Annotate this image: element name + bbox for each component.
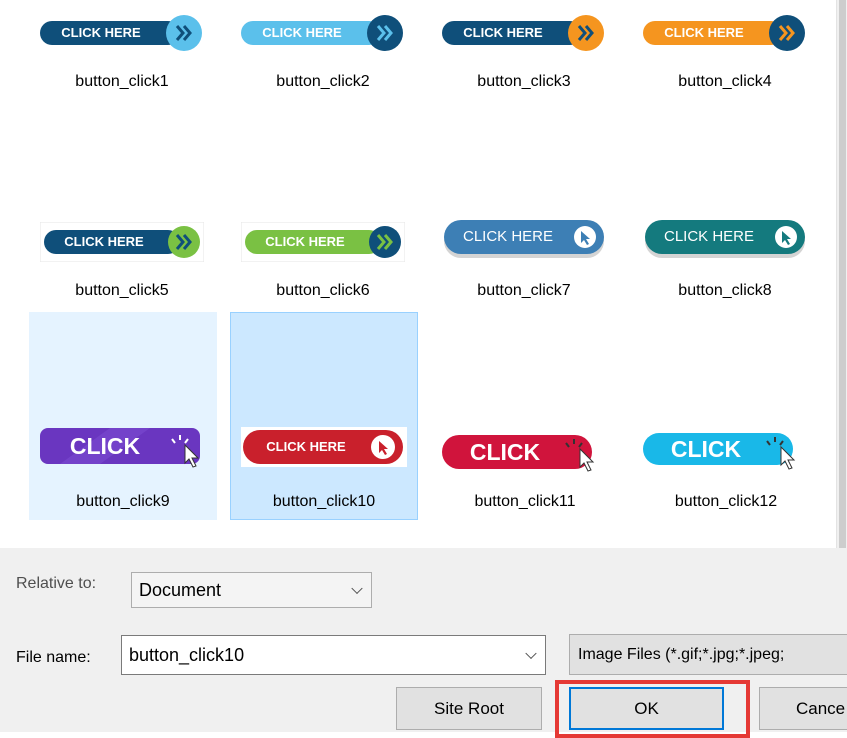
file-label: button_click7 bbox=[477, 282, 571, 299]
thumbnail: CLICK bbox=[40, 425, 206, 469]
ok-button[interactable]: OK bbox=[569, 687, 724, 730]
file-name-value: button_click10 bbox=[129, 645, 245, 665]
file-label: button_click8 bbox=[678, 282, 772, 299]
thumbnail-text: CLICK HERE bbox=[663, 228, 755, 245]
file-label: button_click3 bbox=[477, 73, 571, 90]
file-label: button_click10 bbox=[272, 493, 376, 510]
file-item[interactable]: CLICK HERE button_click5 bbox=[29, 215, 215, 311]
thumbnail-text: CLICK HERE bbox=[64, 234, 144, 249]
file-item[interactable]: CLICK HERE button_click10 bbox=[230, 312, 418, 520]
thumbnail: CLICK HERE bbox=[442, 15, 606, 51]
thumbnail: CLICK HERE bbox=[241, 427, 407, 467]
thumbnail: CLICK HERE bbox=[643, 15, 807, 51]
file-label: button_click2 bbox=[276, 73, 370, 90]
thumbnail: CLICK HERE bbox=[40, 15, 204, 51]
file-item[interactable]: CLICK HERE button_click8 bbox=[632, 215, 818, 311]
file-item[interactable]: CLICK HERE button_click1 bbox=[29, 8, 215, 104]
thumbnail-text: CLICK HERE bbox=[265, 234, 345, 249]
file-type-value: Image Files (*.gif;*.jpg;*.jpeg; bbox=[578, 645, 785, 663]
file-grid: CLICK HERE button_click1 CLICK HERE butt… bbox=[0, 0, 836, 548]
thumbnail-text: CLICK HERE bbox=[61, 25, 141, 40]
file-item[interactable]: CLICK HERE button_click4 bbox=[632, 8, 818, 104]
thumbnail-text: CLICK HERE bbox=[462, 228, 554, 245]
thumbnail-text: CLICK HERE bbox=[266, 439, 346, 454]
thumbnail: CLICK HERE bbox=[241, 15, 405, 51]
file-name-field[interactable]: button_click10 bbox=[121, 635, 546, 675]
file-label: button_click6 bbox=[276, 282, 370, 299]
thumbnail-text: CLICK bbox=[469, 439, 541, 465]
file-label: button_click5 bbox=[75, 282, 169, 299]
file-label: button_click12 bbox=[674, 493, 778, 510]
thumbnail-text: CLICK HERE bbox=[262, 25, 342, 40]
file-item[interactable]: CLICK button_click9 bbox=[29, 312, 217, 520]
scrollbar-thumb[interactable] bbox=[839, 0, 846, 548]
thumbnail: CLICK HERE bbox=[643, 218, 807, 264]
chevron-down-icon bbox=[351, 582, 363, 595]
file-item[interactable]: CLICK button_click11 bbox=[431, 312, 619, 520]
thumbnail-text: CLICK HERE bbox=[463, 25, 543, 40]
thumbnail: CLICK bbox=[442, 431, 608, 475]
thumbnail-text: CLICK bbox=[670, 436, 742, 462]
thumbnail: CLICK HERE bbox=[241, 222, 405, 262]
file-name-label: File name: bbox=[16, 649, 91, 666]
thumbnail: CLICK bbox=[643, 429, 809, 473]
file-label: button_click11 bbox=[474, 493, 576, 510]
file-item[interactable]: CLICK HERE button_click3 bbox=[431, 8, 617, 104]
file-label: button_click4 bbox=[678, 73, 772, 90]
file-item[interactable]: CLICK button_click12 bbox=[632, 312, 820, 520]
file-item[interactable]: CLICK HERE button_click2 bbox=[230, 8, 416, 104]
site-root-button[interactable]: Site Root bbox=[396, 687, 542, 730]
cancel-button[interactable]: Cance bbox=[759, 687, 847, 730]
file-item[interactable]: CLICK HERE button_click7 bbox=[431, 215, 617, 311]
file-label: button_click9 bbox=[76, 493, 170, 510]
file-label: button_click1 bbox=[75, 73, 169, 90]
relative-to-label: Relative to: bbox=[16, 575, 97, 592]
chevron-down-icon[interactable] bbox=[525, 647, 537, 660]
thumbnail-text: CLICK bbox=[69, 433, 141, 459]
relative-to-value: Document bbox=[139, 580, 222, 600]
thumbnail: CLICK HERE bbox=[442, 218, 606, 264]
vertical-scrollbar[interactable] bbox=[836, 0, 847, 548]
thumbnail-text: CLICK HERE bbox=[664, 25, 744, 40]
file-type-select[interactable]: Image Files (*.gif;*.jpg;*.jpeg; bbox=[569, 634, 847, 675]
thumbnail: CLICK HERE bbox=[40, 222, 204, 262]
dialog-footer: Relative to: Document File name: button_… bbox=[0, 548, 847, 738]
relative-to-select[interactable]: Document bbox=[131, 572, 372, 608]
file-item[interactable]: CLICK HERE button_click6 bbox=[230, 215, 416, 311]
